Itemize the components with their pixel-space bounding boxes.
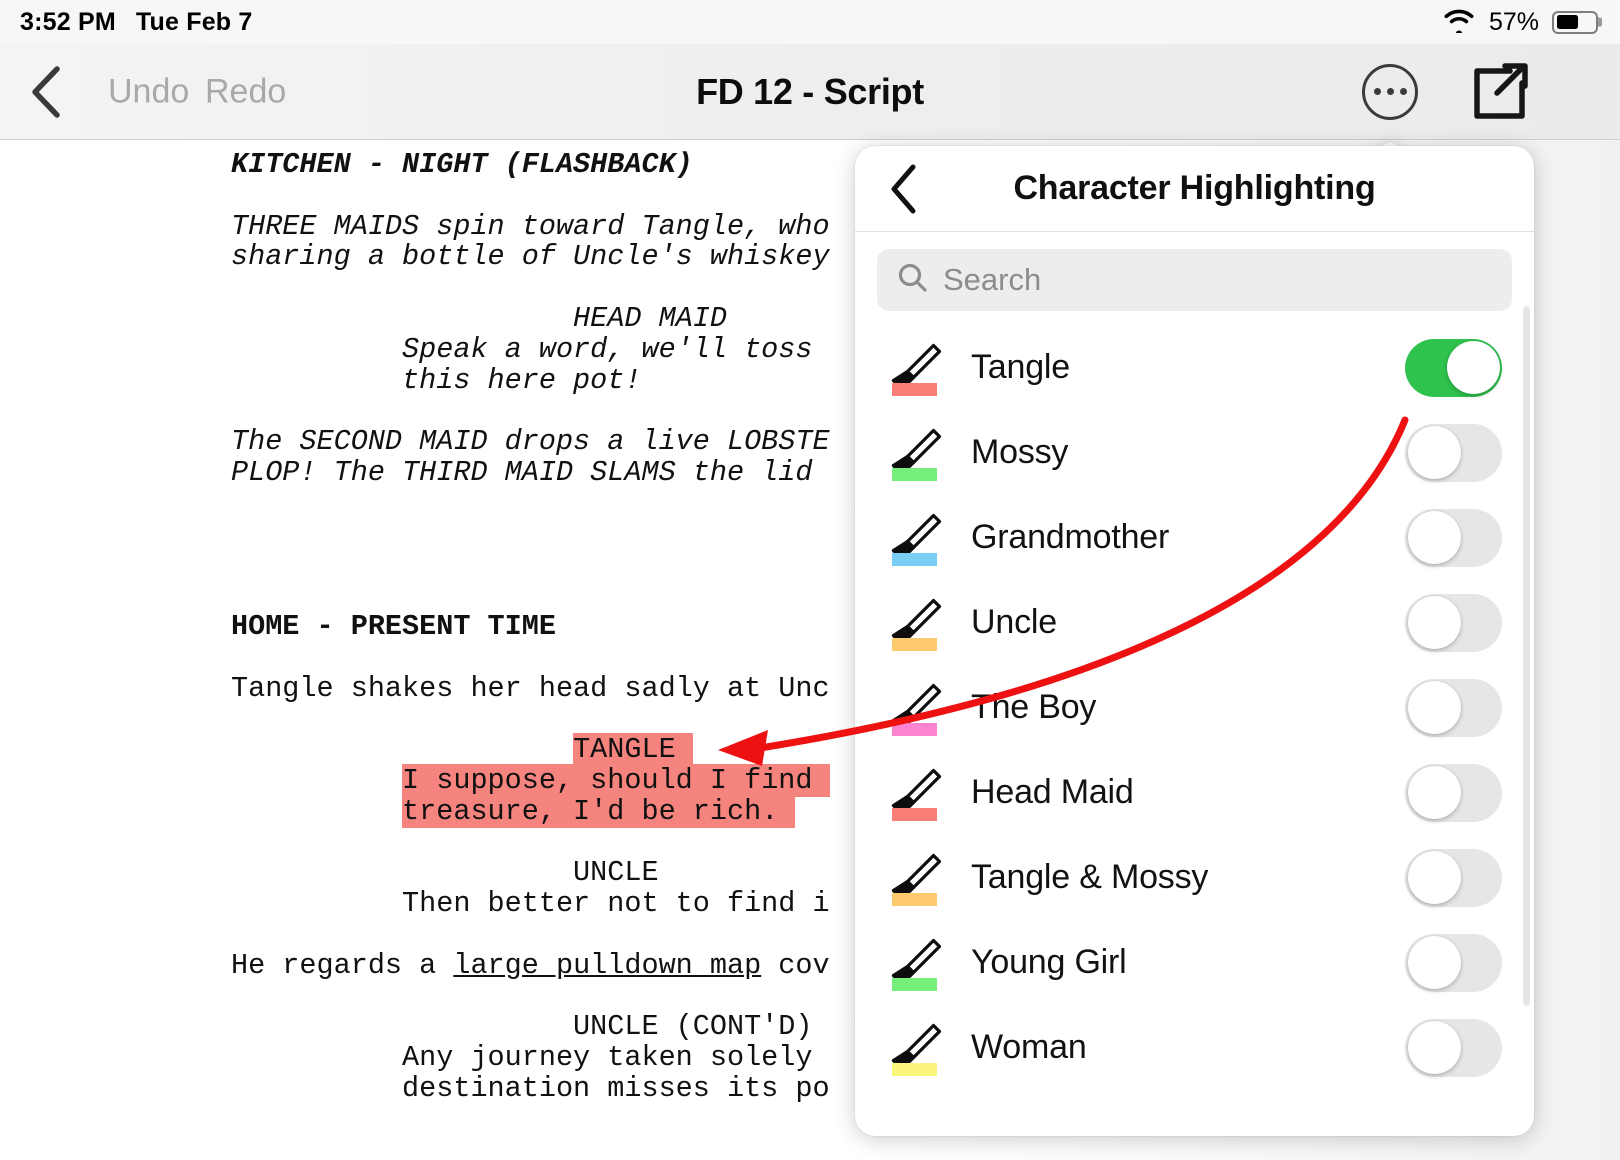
character-list: Tangle Mossy Grandmother Uncle The Boy H… (855, 325, 1534, 1090)
popover-header: Character Highlighting (855, 146, 1534, 232)
popover-title: Character Highlighting (1013, 169, 1376, 207)
underlined-text: large pulldown map (453, 948, 762, 982)
highlighter-pen-icon (887, 510, 945, 566)
toggle-knob (1407, 681, 1461, 734)
highlighter-pen-icon (887, 765, 945, 821)
search-input[interactable] (943, 262, 1492, 298)
character-name-label: Mossy (971, 433, 1069, 471)
search-area (855, 232, 1534, 325)
toggle-knob (1407, 1021, 1461, 1074)
character-highlight-toggle[interactable] (1405, 933, 1502, 992)
search-box[interactable] (877, 249, 1512, 311)
share-export-icon[interactable] (1465, 59, 1531, 125)
highlight-color-swatch (892, 552, 937, 566)
highlighter-pen-icon (887, 425, 945, 481)
toggle-knob (1407, 426, 1461, 479)
highlighter-pen-icon (887, 340, 945, 396)
character-highlight-toggle[interactable] (1405, 338, 1502, 397)
highlight-color-swatch (892, 1062, 937, 1076)
status-date: Tue Feb 7 (135, 7, 253, 36)
character-highlighting-popover: Character Highlighting Tangle Mossy (855, 146, 1534, 1136)
highlight-color-swatch (892, 467, 937, 481)
character-name-label: The Boy (971, 688, 1097, 726)
popover-back-button[interactable] (885, 163, 925, 215)
ellipsis-circle-icon[interactable] (1362, 63, 1418, 120)
character-name-label: Grandmother (971, 518, 1170, 556)
highlight-color-swatch (892, 722, 937, 736)
toggle-knob (1407, 511, 1461, 564)
character-name-label: Woman (971, 1028, 1087, 1066)
highlighter-pen-icon (887, 850, 945, 906)
popover-arrow (1352, 117, 1428, 149)
character-highlight-toggle[interactable] (1405, 1018, 1502, 1077)
character-highlight-toggle[interactable] (1405, 678, 1502, 737)
highlight-color-swatch (892, 637, 937, 651)
character-highlight-toggle[interactable] (1405, 593, 1502, 652)
character-list-item[interactable]: Uncle (855, 580, 1534, 665)
character-list-item[interactable]: Young Girl (855, 920, 1534, 1005)
battery-percent-label: 57% (1488, 7, 1539, 36)
toggle-knob (1407, 936, 1461, 989)
highlighter-pen-icon (887, 680, 945, 736)
character-name-label: Tangle & Mossy (971, 858, 1209, 896)
character-name-label: Uncle (971, 603, 1057, 641)
character-name-label: Young Girl (971, 943, 1127, 981)
character-name-label: Tangle (971, 348, 1070, 386)
character-list-item[interactable]: Grandmother (855, 495, 1534, 580)
character-highlight-toggle[interactable] (1405, 763, 1502, 822)
highlighter-pen-icon (887, 935, 945, 991)
character-list-item[interactable]: Tangle (855, 325, 1534, 410)
highlighter-pen-icon (887, 595, 945, 651)
character-highlight-toggle[interactable] (1405, 508, 1502, 567)
character-list-item[interactable]: Tangle & Mossy (855, 835, 1534, 920)
battery-icon (1552, 10, 1598, 34)
status-bar: 3:52 PM Tue Feb 7 57% (0, 0, 1620, 44)
app-root: 3:52 PM Tue Feb 7 57% Undo Redo FD 12 - … (0, 0, 1620, 1160)
highlight-color-swatch (892, 807, 937, 821)
character-list-item[interactable]: Head Maid (855, 750, 1534, 835)
character-name-label: Head Maid (971, 773, 1134, 811)
toggle-knob (1407, 851, 1461, 904)
character-highlight-toggle[interactable] (1405, 848, 1502, 907)
toggle-knob (1446, 341, 1500, 394)
status-bar-right: 57% (1442, 7, 1598, 38)
character-list-item[interactable]: The Boy (855, 665, 1534, 750)
search-icon (897, 262, 928, 298)
highlight-color-swatch (892, 382, 937, 396)
highlighter-pen-icon (887, 1020, 945, 1076)
toggle-knob (1407, 766, 1461, 819)
highlight-color-swatch (892, 892, 937, 906)
character-list-item[interactable]: Woman (855, 1005, 1534, 1090)
highlight-color-swatch (892, 977, 937, 991)
toggle-knob (1407, 596, 1461, 649)
character-highlight-toggle[interactable] (1405, 423, 1502, 482)
wifi-icon (1442, 7, 1476, 38)
status-time: 3:52 PM (20, 7, 116, 36)
character-list-item[interactable]: Mossy (855, 410, 1534, 495)
status-bar-left: 3:52 PM Tue Feb 7 (20, 8, 253, 37)
popover-scrollbar[interactable] (1523, 306, 1530, 1006)
